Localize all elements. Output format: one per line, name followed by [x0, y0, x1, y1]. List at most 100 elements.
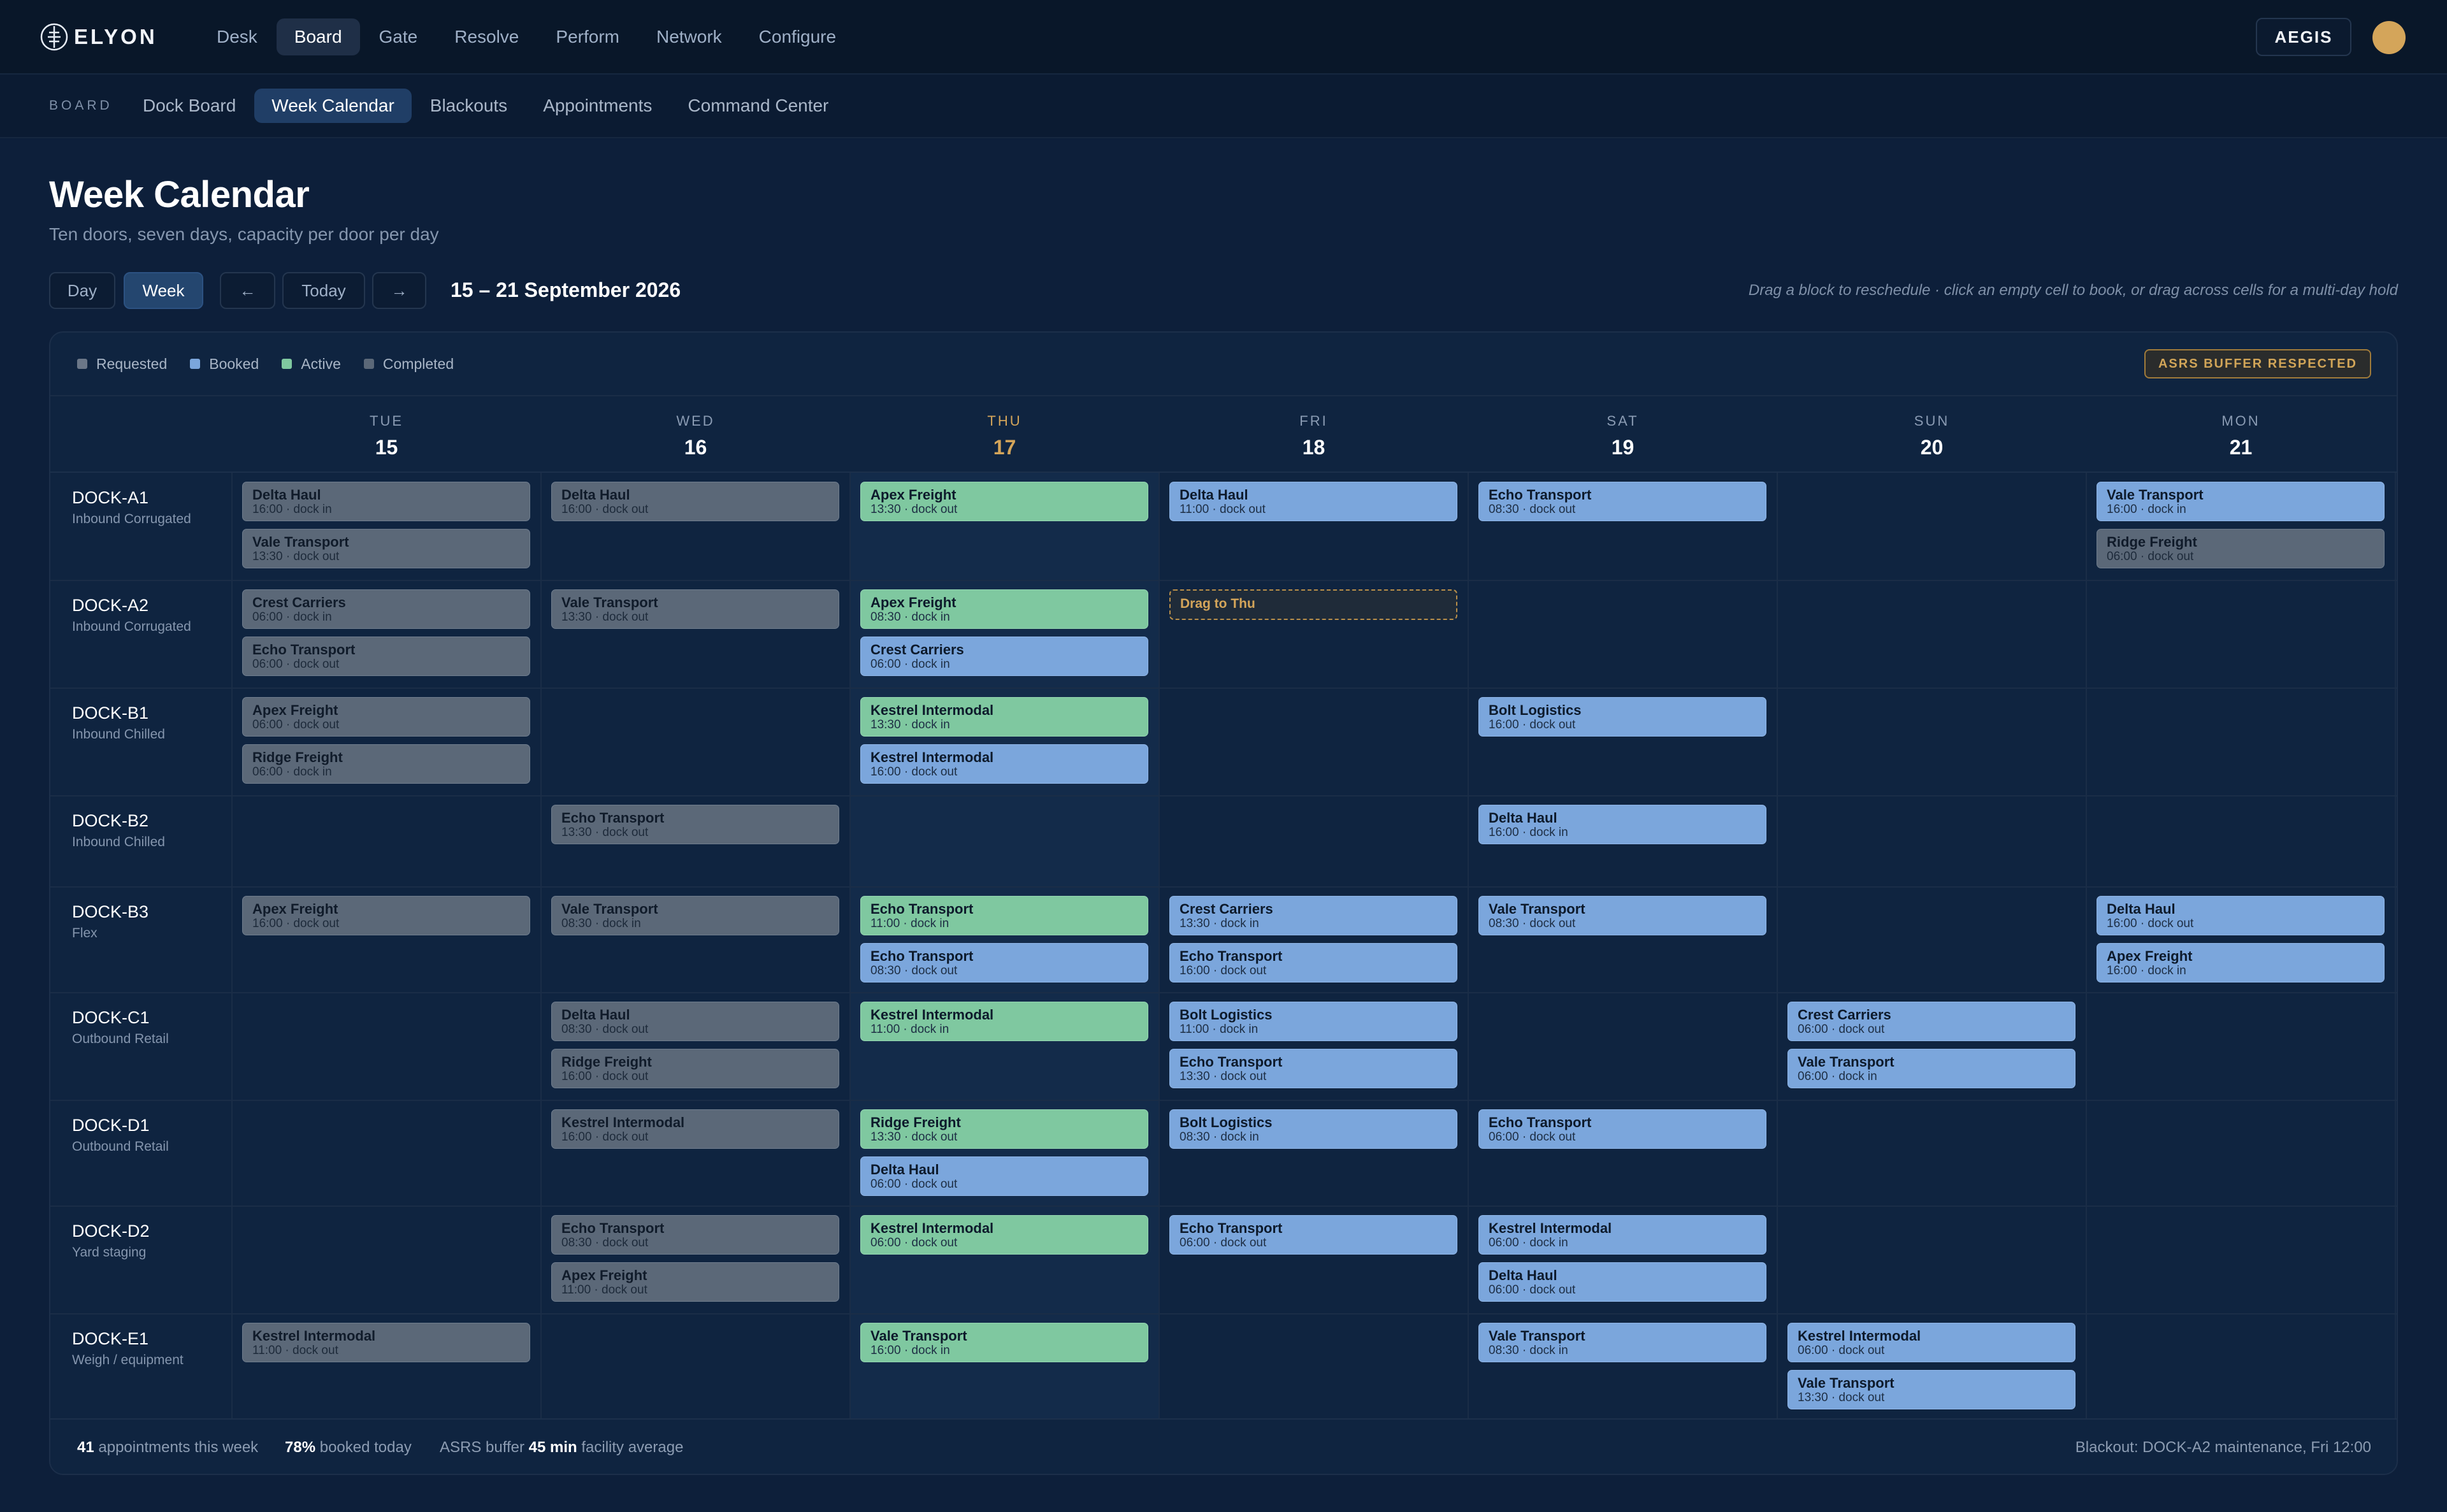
- appointment-block[interactable]: Bolt Logistics 11:00 · dock in: [1169, 1002, 1457, 1041]
- avatar[interactable]: [2372, 21, 2406, 54]
- appointment-block[interactable]: Apex Freight 16:00 · dock in: [2097, 943, 2385, 983]
- appointment-time: 16:00 · dock in: [2107, 503, 2186, 516]
- appointment-carrier: Apex Freight: [252, 702, 338, 718]
- appointment-block[interactable]: Echo Transport 11:00 · dock in: [860, 896, 1148, 935]
- nav-item-perform[interactable]: Perform: [538, 18, 637, 55]
- appointment-block[interactable]: Vale Transport 08:30 · dock in: [551, 896, 839, 935]
- appointment-block[interactable]: Echo Transport 13:30 · dock out: [1169, 1049, 1457, 1088]
- appointment-carrier: Delta Haul: [1180, 487, 1248, 503]
- tab-command-center[interactable]: Command Center: [670, 89, 846, 123]
- day-name: MON: [2221, 413, 2260, 429]
- appointment-carrier: Vale Transport: [1489, 1328, 1585, 1344]
- dock-name: DOCK-B1: [72, 703, 149, 723]
- appointment-time: 11:00 · dock out: [561, 1283, 647, 1297]
- tab-appointments[interactable]: Appointments: [526, 89, 669, 123]
- dock-type: Outbound Retail: [72, 1139, 169, 1154]
- nav-item-desk[interactable]: Desk: [199, 18, 275, 55]
- tab-dock-board[interactable]: Dock Board: [126, 89, 253, 123]
- drop-target-placeholder[interactable]: Drag to Thu: [1169, 589, 1457, 620]
- dock-label-dock-b2: DOCK-B2 Inbound Chilled: [72, 811, 165, 850]
- appointment-block[interactable]: Kestrel Intermodal 06:00 · dock in: [1478, 1215, 1766, 1255]
- tab-blackouts[interactable]: Blackouts: [413, 89, 524, 123]
- appointment-block[interactable]: Vale Transport 06:00 · dock in: [1787, 1049, 2075, 1088]
- day-number: 19: [1611, 436, 1635, 459]
- tenant-button[interactable]: AEGIS: [2256, 18, 2351, 56]
- appointment-block[interactable]: Ridge Freight 16:00 · dock out: [551, 1049, 839, 1088]
- appointment-carrier: Kestrel Intermodal: [870, 1007, 994, 1023]
- dock-type: Flex: [72, 926, 97, 940]
- appointment-block[interactable]: Delta Haul 06:00 · dock out: [1478, 1262, 1766, 1302]
- appointment-block[interactable]: Echo Transport 06:00 · dock out: [242, 637, 530, 676]
- appointment-block[interactable]: Vale Transport 08:30 · dock out: [1478, 896, 1766, 935]
- appointment-block[interactable]: Crest Carriers 06:00 · dock in: [242, 589, 530, 629]
- appointment-block[interactable]: Echo Transport 06:00 · dock out: [1169, 1215, 1457, 1255]
- today-button[interactable]: Today: [282, 272, 365, 309]
- appointment-block[interactable]: Echo Transport 06:00 · dock out: [1478, 1109, 1766, 1149]
- appointment-block[interactable]: Delta Haul 16:00 · dock out: [2097, 896, 2385, 935]
- nav-item-gate[interactable]: Gate: [361, 18, 436, 55]
- date-range-label: 15 – 21 September 2026: [451, 278, 681, 301]
- appointment-block[interactable]: Kestrel Intermodal 13:30 · dock in: [860, 697, 1148, 737]
- dock-type: Yard staging: [72, 1245, 147, 1260]
- appointment-block[interactable]: Delta Haul 16:00 · dock in: [1478, 805, 1766, 844]
- appointment-block[interactable]: Vale Transport 13:30 · dock out: [242, 529, 530, 568]
- appointment-block[interactable]: Delta Haul 06:00 · dock out: [860, 1156, 1148, 1196]
- appointments-stat: 41 appointments this week: [77, 1439, 258, 1457]
- appointment-block[interactable]: Crest Carriers 13:30 · dock in: [1169, 896, 1457, 935]
- appointment-block[interactable]: Echo Transport 08:30 · dock out: [551, 1215, 839, 1255]
- nav-item-network[interactable]: Network: [639, 18, 740, 55]
- prev-week-button[interactable]: ←: [220, 272, 275, 309]
- next-week-button[interactable]: →: [372, 272, 426, 309]
- appointment-block[interactable]: Bolt Logistics 16:00 · dock out: [1478, 697, 1766, 737]
- appointment-block[interactable]: Apex Freight 16:00 · dock out: [242, 896, 530, 935]
- appointment-block[interactable]: Kestrel Intermodal 16:00 · dock out: [860, 744, 1148, 784]
- day-header-tue: TUE 15: [232, 396, 541, 473]
- appointment-carrier: Apex Freight: [870, 594, 956, 610]
- brand[interactable]: ELYON: [40, 22, 199, 52]
- appointment-time: 13:30 · dock out: [870, 503, 958, 516]
- appointment-block[interactable]: Crest Carriers 06:00 · dock out: [1787, 1002, 2075, 1041]
- appointment-block[interactable]: Kestrel Intermodal 16:00 · dock out: [551, 1109, 839, 1149]
- appointment-block[interactable]: Echo Transport 16:00 · dock out: [1169, 943, 1457, 983]
- nav-item-board[interactable]: Board: [276, 18, 360, 55]
- buffer-prefix: ASRS buffer: [440, 1439, 524, 1456]
- appointment-block[interactable]: Bolt Logistics 08:30 · dock in: [1169, 1109, 1457, 1149]
- appointment-block[interactable]: Ridge Freight 13:30 · dock out: [860, 1109, 1148, 1149]
- appointment-block[interactable]: Apex Freight 11:00 · dock out: [551, 1262, 839, 1302]
- day-header-thu: THU 17: [850, 396, 1159, 473]
- nav-item-resolve[interactable]: Resolve: [437, 18, 537, 55]
- appointment-block[interactable]: Vale Transport 16:00 · dock in: [2097, 482, 2385, 521]
- appointment-block[interactable]: Echo Transport 08:30 · dock out: [860, 943, 1148, 983]
- appointment-block[interactable]: Vale Transport 08:30 · dock in: [1478, 1323, 1766, 1362]
- appointment-carrier: Ridge Freight: [2107, 534, 2197, 550]
- appointment-block[interactable]: Ridge Freight 06:00 · dock in: [242, 744, 530, 784]
- appointment-block[interactable]: Apex Freight 06:00 · dock out: [242, 697, 530, 737]
- appointment-block[interactable]: Crest Carriers 06:00 · dock in: [860, 637, 1148, 676]
- appointment-carrier: Kestrel Intermodal: [1798, 1328, 1921, 1344]
- appointment-block[interactable]: Echo Transport 08:30 · dock out: [1478, 482, 1766, 521]
- appointment-block[interactable]: Delta Haul 11:00 · dock out: [1169, 482, 1457, 521]
- appointment-block[interactable]: Kestrel Intermodal 06:00 · dock out: [1787, 1323, 2075, 1362]
- appointment-block[interactable]: Apex Freight 08:30 · dock in: [860, 589, 1148, 629]
- appointment-block[interactable]: Vale Transport 16:00 · dock in: [860, 1323, 1148, 1362]
- tab-week-calendar[interactable]: Week Calendar: [254, 89, 412, 123]
- appointment-block[interactable]: Echo Transport 13:30 · dock out: [551, 805, 839, 844]
- appointment-block[interactable]: Kestrel Intermodal 11:00 · dock in: [860, 1002, 1148, 1041]
- view-week-button[interactable]: Week: [124, 272, 203, 309]
- appointment-block[interactable]: Ridge Freight 06:00 · dock out: [2097, 529, 2385, 568]
- view-day-button[interactable]: Day: [49, 272, 115, 309]
- appointment-block[interactable]: Vale Transport 13:30 · dock out: [551, 589, 839, 629]
- appointments-label: appointments this week: [98, 1439, 259, 1456]
- appointment-block[interactable]: Delta Haul 16:00 · dock out: [551, 482, 839, 521]
- appointment-block[interactable]: Delta Haul 16:00 · dock in: [242, 482, 530, 521]
- nav-item-configure[interactable]: Configure: [741, 18, 854, 55]
- appointment-carrier: Delta Haul: [1489, 810, 1557, 826]
- appointment-time: 06:00 · dock out: [1489, 1130, 1576, 1144]
- appointment-block[interactable]: Delta Haul 08:30 · dock out: [551, 1002, 839, 1041]
- appointment-block[interactable]: Vale Transport 13:30 · dock out: [1787, 1370, 2075, 1409]
- appointment-carrier: Bolt Logistics: [1489, 702, 1582, 718]
- appointment-block[interactable]: Kestrel Intermodal 06:00 · dock out: [860, 1215, 1148, 1255]
- appointment-block[interactable]: Kestrel Intermodal 11:00 · dock out: [242, 1323, 530, 1362]
- appointment-carrier: Echo Transport: [870, 948, 974, 964]
- appointment-block[interactable]: Apex Freight 13:30 · dock out: [860, 482, 1148, 521]
